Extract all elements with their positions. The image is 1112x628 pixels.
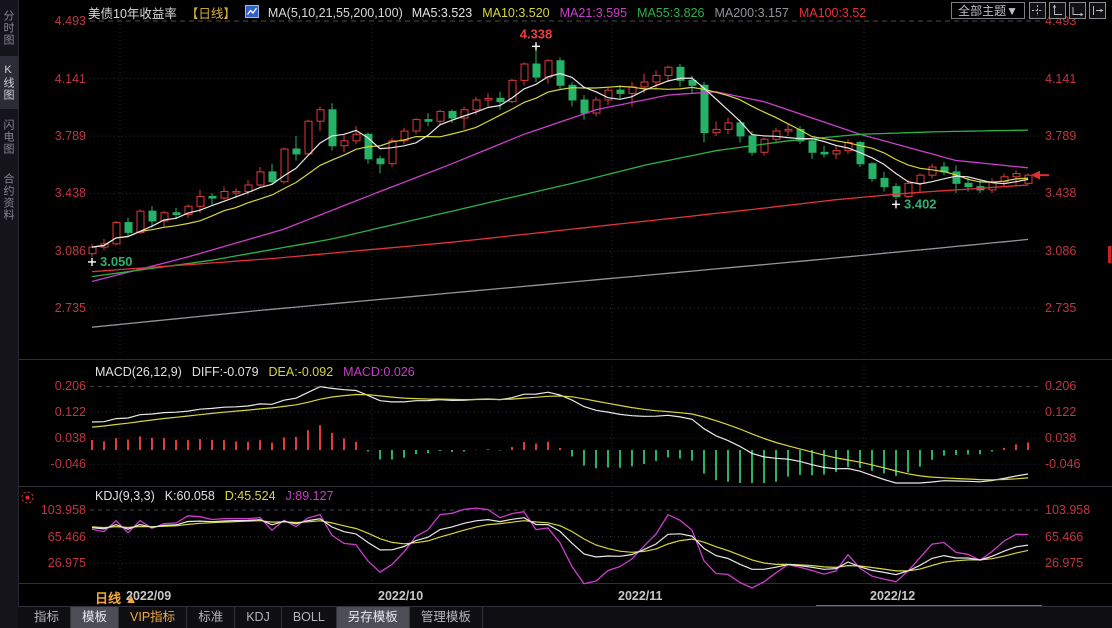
chart-tool-icons: [1029, 2, 1106, 19]
header-controls: 全部主题▼: [951, 2, 1106, 19]
x-axis-date-label: 2022/10: [378, 589, 423, 603]
kdj-label-1: K:60.058: [165, 489, 215, 503]
y-axis-label: 4.141: [1045, 72, 1076, 86]
macd-histogram: [92, 425, 1028, 483]
kdj-label-2: D:45.524: [225, 489, 276, 503]
y-axis-label: 2.735: [1045, 301, 1076, 315]
x-axis-date-label: 2022/12: [870, 589, 915, 603]
bottom-tab-bar: 指标模板VIP指标标准KDJBOLL另存模板管理模板: [18, 606, 1112, 628]
kdj-label-0: KDJ(9,3,3): [95, 489, 155, 503]
v-scrollbar-thumb[interactable]: [1108, 246, 1112, 263]
ma-line-MA55: [92, 130, 1028, 277]
y-axis-label: 0.122: [1045, 405, 1076, 419]
ma-legend-ma55: MA55:3.826: [637, 6, 704, 20]
macd-label-2: DEA:-0.092: [269, 365, 334, 379]
y-axis-label: 65.466: [1045, 530, 1083, 544]
tab-kdj[interactable]: KDJ: [235, 607, 282, 628]
macd-label-0: MACD(26,12,9): [95, 365, 182, 379]
ma-legend-ma100: MA100:3.52: [799, 6, 866, 20]
ma-legend-ma200: MA200:3.157: [714, 6, 788, 20]
pan-right-icon[interactable]: [1089, 2, 1106, 19]
timeframe-dropdown-button[interactable]: 日线 ▲: [95, 588, 137, 607]
low-price-annotation: 3.050: [100, 254, 133, 269]
tab-indicator[interactable]: 指标: [23, 607, 71, 628]
kdj-label-3: J:89.127: [286, 489, 334, 503]
y-axis-label: 26.975: [1045, 556, 1083, 570]
sidebar: 分时图 K线图闪电图合约资料: [0, 0, 19, 628]
y-axis-label: 103.958: [1045, 503, 1090, 517]
x-axis-zoom-icon[interactable]: [1069, 2, 1086, 19]
y-axis-label: 3.789: [1045, 129, 1076, 143]
y-axis-label: 3.086: [1045, 244, 1076, 258]
tab-manage-template[interactable]: 管理模板: [410, 607, 483, 628]
ma-line-MA5: [92, 74, 1028, 248]
kdj-j-line: [92, 508, 1028, 588]
tab-vip-indicator[interactable]: VIP指标: [119, 607, 187, 628]
kdj-pane-header: KDJ(9,3,3) K:60.058 D:45.524 J:89.127: [95, 489, 334, 503]
theme-select-button[interactable]: 全部主题▼: [951, 2, 1025, 19]
ma-line-MA200: [92, 239, 1028, 327]
high-price-annotation: 4.338: [520, 26, 553, 41]
app-window: 4.338 3.050 3.402 分时图 K线图闪电图合约资料 美债10年收益率 【…: [0, 0, 1112, 628]
crosshair-icon[interactable]: [1029, 2, 1046, 19]
y-axis-label: 0.206: [1045, 379, 1076, 393]
ma-legend: MA5:3.523 MA10:3.520 MA21:3.595 MA55:3.826 M…: [412, 6, 868, 20]
macd-pane-header: MACD(26,12,9) DIFF:-0.079 DEA:-0.092 MACD:0…: [95, 365, 415, 379]
low-price-annotation: 3.402: [904, 196, 937, 211]
ma-legend-ma10: MA10:3.520: [482, 6, 549, 20]
timeframe-tag: 【日线】: [186, 3, 236, 22]
y-axis-label: -0.046: [1045, 457, 1080, 471]
y-axis-label: 0.038: [1045, 431, 1076, 445]
x-axis-date-label: 2022/11: [618, 589, 663, 603]
ma-group-label: MA(5,10,21,55,200,100): [268, 6, 403, 20]
ma-legend-ma21: MA21:3.595: [560, 6, 627, 20]
chart-canvas[interactable]: 4.338 3.050 3.402: [0, 0, 1112, 628]
sidebar-item-flash-chart[interactable]: 闪电图: [0, 111, 18, 163]
line-chart-icon: [245, 5, 259, 21]
sidebar-item-kline-chart[interactable]: K线图: [0, 56, 18, 109]
macd-label-3: MACD:0.026: [343, 365, 415, 379]
page-title: 美债10年收益率: [88, 3, 177, 22]
sidebar-item-time-chart[interactable]: 分时图: [0, 2, 18, 54]
chart-header: 美债10年收益率 【日线】 MA(5,10,21,55,200,100) MA5…: [88, 3, 867, 22]
alert-icon[interactable]: [20, 490, 35, 510]
y-axis-label: 3.438: [1045, 186, 1076, 200]
kdj-d-line: [92, 521, 1028, 571]
sidebar-item-contract-info[interactable]: 合约资料: [0, 165, 18, 229]
candles: [89, 46, 1032, 257]
tab-save-as-template[interactable]: 另存模板: [337, 607, 410, 628]
tab-boll[interactable]: BOLL: [282, 607, 337, 628]
ma-legend-ma5: MA5:3.523: [412, 6, 472, 20]
macd-label-1: DIFF:-0.079: [192, 365, 259, 379]
y-axis-zoom-icon[interactable]: [1049, 2, 1066, 19]
tab-standard[interactable]: 标准: [187, 607, 235, 628]
tab-template[interactable]: 模板: [71, 607, 119, 628]
